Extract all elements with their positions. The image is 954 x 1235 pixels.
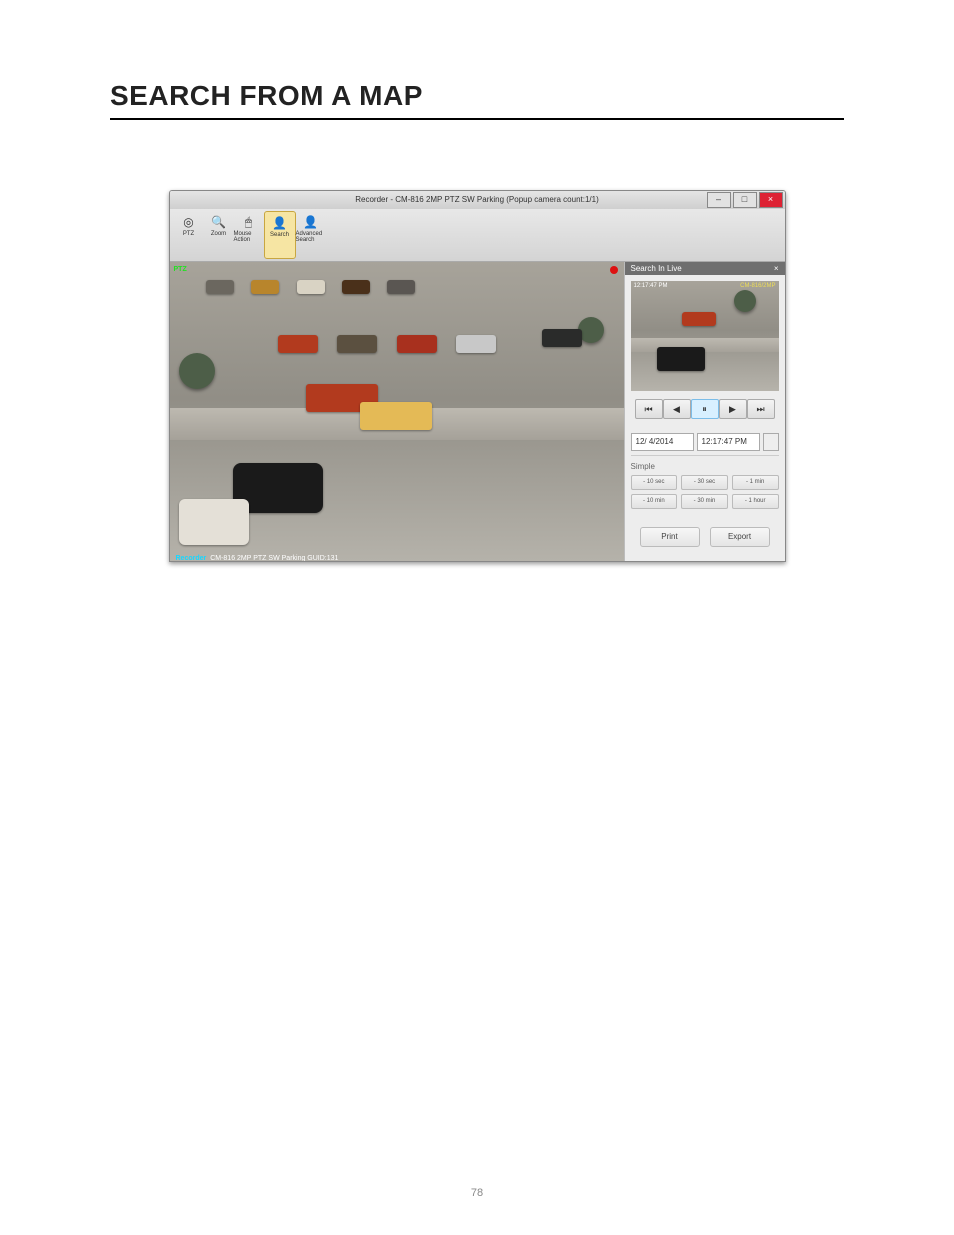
page-title: SEARCH FROM A MAP [110, 80, 844, 120]
export-button[interactable]: Export [710, 527, 770, 547]
jump-30m[interactable]: - 30 min [681, 494, 728, 509]
thumb-timestamp: 12:17:47 PM [634, 283, 668, 289]
mouse-icon: 🖱 [240, 213, 258, 231]
window-maximize[interactable]: □ [733, 192, 757, 208]
mouse-action-label: Mouse Action [234, 231, 264, 243]
ptz-label: PTZ [183, 231, 194, 237]
advanced-search-icon: 👤 [302, 213, 320, 231]
panel-close-icon[interactable]: × [774, 264, 779, 273]
simple-section-label: Simple [631, 462, 779, 471]
search-thumbnail[interactable]: 12:17:47 PM CM-816/2MP [631, 281, 779, 391]
ptz-button[interactable]: ◎ PTZ [174, 211, 204, 257]
window-titlebar: Recorder - CM-816 2MP PTZ SW Parking (Po… [170, 191, 785, 209]
time-spinner[interactable] [763, 433, 779, 451]
window-minimize[interactable]: – [707, 192, 731, 208]
window-title: Recorder - CM-816 2MP PTZ SW Parking (Po… [355, 195, 599, 204]
date-picker[interactable]: 12/ 4/2014 [631, 433, 694, 451]
skip-back-button[interactable]: ⏮ [635, 399, 663, 419]
panel-title: Search In Live [631, 264, 682, 273]
record-indicator-icon [610, 266, 618, 274]
ptz-badge: PTZ [174, 266, 187, 273]
camera-label: Recorder CM-816 2MP PTZ SW Parking GUID:… [176, 555, 339, 562]
jump-10m[interactable]: - 10 min [631, 494, 678, 509]
recorder-tag: Recorder [176, 555, 207, 562]
search-label: Search [270, 232, 289, 238]
jump-10s[interactable]: - 10 sec [631, 475, 678, 490]
zoom-icon: 🔍 [210, 213, 228, 231]
jump-30s[interactable]: - 30 sec [681, 475, 728, 490]
skip-forward-button[interactable]: ⏭ [747, 399, 775, 419]
zoom-label: Zoom [211, 231, 226, 237]
thumb-camera: CM-816/2MP [740, 283, 775, 289]
advanced-search-label: Advanced Search [296, 231, 326, 243]
search-button[interactable]: 👤 Search [264, 211, 296, 259]
mouse-action-button[interactable]: 🖱 Mouse Action [234, 211, 264, 257]
advanced-search-button[interactable]: 👤 Advanced Search [296, 211, 326, 257]
live-view[interactable]: PTZ Recorder CM-816 2MP PTZ SW Parking G… [170, 262, 624, 562]
pause-button[interactable]: ⏸ [691, 399, 719, 419]
play-button[interactable]: ▶ [719, 399, 747, 419]
search-icon: 👤 [271, 214, 289, 232]
camera-name: CM-816 2MP PTZ SW Parking GUID:131 [210, 555, 338, 562]
toolbar: ◎ PTZ 🔍 Zoom 🖱 Mouse Action 👤 Search 👤 [170, 209, 785, 262]
jump-1m[interactable]: - 1 min [732, 475, 779, 490]
jump-1h[interactable]: - 1 hour [732, 494, 779, 509]
app-window: Recorder - CM-816 2MP PTZ SW Parking (Po… [169, 190, 786, 562]
page-number: 78 [0, 1187, 954, 1199]
playback-controls: ⏮ ◀ ⏸ ▶ ⏭ [631, 399, 779, 419]
print-button[interactable]: Print [640, 527, 700, 547]
search-panel: Search In Live × 12:17:47 PM CM-816/2MP [624, 262, 785, 562]
zoom-button[interactable]: 🔍 Zoom [204, 211, 234, 257]
play-reverse-button[interactable]: ◀ [663, 399, 691, 419]
window-close[interactable]: × [759, 192, 783, 208]
time-picker[interactable]: 12:17:47 PM [697, 433, 760, 451]
ptz-icon: ◎ [180, 213, 198, 231]
